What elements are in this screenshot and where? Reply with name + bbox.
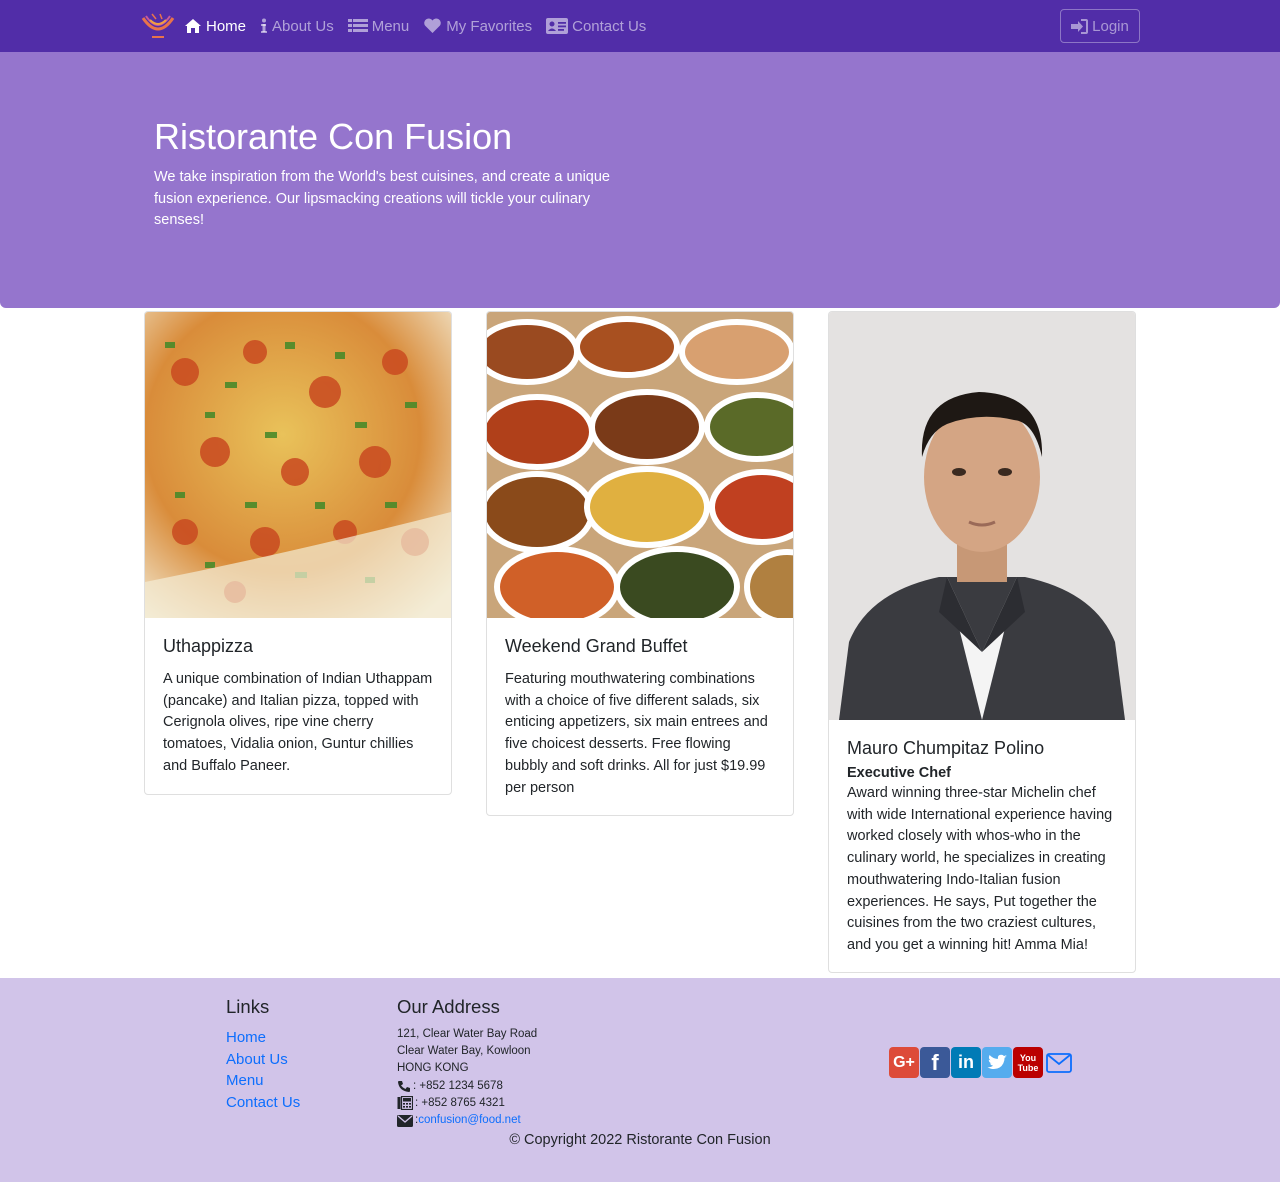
card-body: Mauro Chumpitaz Polino Executive Chef Aw… bbox=[829, 720, 1135, 972]
heart-icon bbox=[424, 18, 442, 33]
address-heading: Our Address bbox=[397, 996, 500, 1017]
phone-icon bbox=[398, 1080, 410, 1092]
dish-card: Uthappizza A unique combination of India… bbox=[144, 311, 452, 795]
nav-menu: Home About Us Menu My Favorites Contact … bbox=[184, 0, 660, 52]
card-body: Weekend Grand Buffet Featuring mouthwate… bbox=[487, 618, 793, 815]
pizza-photo bbox=[145, 312, 451, 618]
nav-item-menu-label: Menu bbox=[371, 17, 410, 35]
card-body: Uthappizza A unique combination of India… bbox=[145, 618, 451, 794]
nav-item-contact[interactable]: Contact Us bbox=[546, 18, 646, 35]
nav-item-favorites[interactable]: My Favorites bbox=[423, 18, 532, 35]
footer: Links Home About Us Menu Contact Us Our … bbox=[0, 978, 1280, 1182]
social-links: G+ f in You Tube bbox=[889, 1047, 1074, 1078]
footer-link-about[interactable]: About Us bbox=[226, 1049, 300, 1071]
card-text: Award winning three-star Michelin chef w… bbox=[847, 785, 1113, 953]
nav-item-menu[interactable]: Menu bbox=[347, 17, 410, 35]
sign-in-icon bbox=[1071, 18, 1089, 34]
hero-title: Ristorante Con Fusion bbox=[154, 116, 513, 157]
card-text: Featuring mouthwatering combinations wit… bbox=[505, 671, 768, 796]
info-icon bbox=[261, 18, 268, 33]
fax-row: : +852 8765 4321 bbox=[397, 1095, 537, 1112]
footer-links: Links Home About Us Menu Contact Us bbox=[226, 996, 300, 1114]
fax-icon bbox=[397, 1096, 413, 1111]
email-link[interactable]: confusion@food.net bbox=[418, 1112, 520, 1129]
email-row: : confusion@food.net bbox=[397, 1112, 537, 1129]
promotion-card: Weekend Grand Buffet Featuring mouthwate… bbox=[486, 311, 794, 816]
hero-text: We take inspiration from the World's bes… bbox=[154, 169, 610, 228]
mail-icon[interactable] bbox=[1044, 1047, 1074, 1078]
buffet-photo bbox=[487, 312, 793, 618]
nav-item-home-label: Home bbox=[206, 17, 247, 35]
facebook-icon[interactable]: f bbox=[920, 1047, 950, 1078]
footer-address: Our Address 121, Clear Water Bay Road Cl… bbox=[397, 996, 537, 1129]
nav-item-contact-label: Contact Us bbox=[572, 17, 647, 35]
card-title: Mauro Chumpitaz Polino bbox=[847, 738, 1045, 758]
footer-link-contact[interactable]: Contact Us bbox=[226, 1092, 300, 1114]
links-heading: Links bbox=[226, 996, 270, 1017]
address-line: HONG KONG bbox=[397, 1062, 469, 1075]
jumbotron: Ristorante Con Fusion We take inspiratio… bbox=[0, 52, 1280, 308]
brand-logo[interactable] bbox=[140, 10, 176, 42]
login-button[interactable]: Login bbox=[1060, 9, 1140, 43]
google-plus-icon[interactable]: G+ bbox=[889, 1047, 919, 1078]
card-title: Uthappizza bbox=[163, 636, 254, 656]
linkedin-icon[interactable]: in bbox=[951, 1047, 981, 1078]
address-block: 121, Clear Water Bay Road Clear Water Ba… bbox=[397, 1026, 537, 1129]
footer-link-menu[interactable]: Menu bbox=[226, 1070, 300, 1092]
footer-link-home[interactable]: Home bbox=[226, 1027, 300, 1049]
address-card-icon bbox=[546, 18, 569, 34]
login-label: Login bbox=[1092, 17, 1129, 35]
home-icon bbox=[185, 19, 201, 33]
address-line: 121, Clear Water Bay Road bbox=[397, 1028, 538, 1040]
fax-number: : +852 8765 4321 bbox=[415, 1096, 505, 1109]
phone-row: : +852 1234 5678 bbox=[397, 1078, 537, 1095]
list-icon bbox=[347, 19, 368, 32]
card-text: A unique combination of Indian Uthappam … bbox=[163, 671, 433, 774]
links-list: Home About Us Menu Contact Us bbox=[226, 1027, 300, 1114]
nav-item-about-label: About Us bbox=[272, 17, 334, 35]
chef-photo bbox=[829, 312, 1135, 720]
leader-card: Mauro Chumpitaz Polino Executive Chef Aw… bbox=[828, 311, 1136, 973]
card-subtitle: Executive Chef bbox=[847, 765, 951, 781]
address-line: Clear Water Bay, Kowloon bbox=[397, 1045, 531, 1058]
nav-item-favorites-label: My Favorites bbox=[446, 17, 533, 35]
nav-item-about[interactable]: About Us bbox=[260, 18, 334, 35]
youtube-icon[interactable]: You Tube bbox=[1013, 1047, 1043, 1078]
card-title: Weekend Grand Buffet bbox=[505, 636, 688, 656]
twitter-icon[interactable] bbox=[982, 1047, 1012, 1078]
phone-number: : +852 1234 5678 bbox=[413, 1079, 503, 1092]
envelope-icon bbox=[397, 1114, 413, 1127]
copyright: © Copyright 2022 Ristorante Con Fusion bbox=[509, 1132, 771, 1148]
nav-item-home[interactable]: Home bbox=[184, 18, 246, 35]
navbar: Home About Us Menu My Favorites Contact … bbox=[0, 0, 1280, 52]
